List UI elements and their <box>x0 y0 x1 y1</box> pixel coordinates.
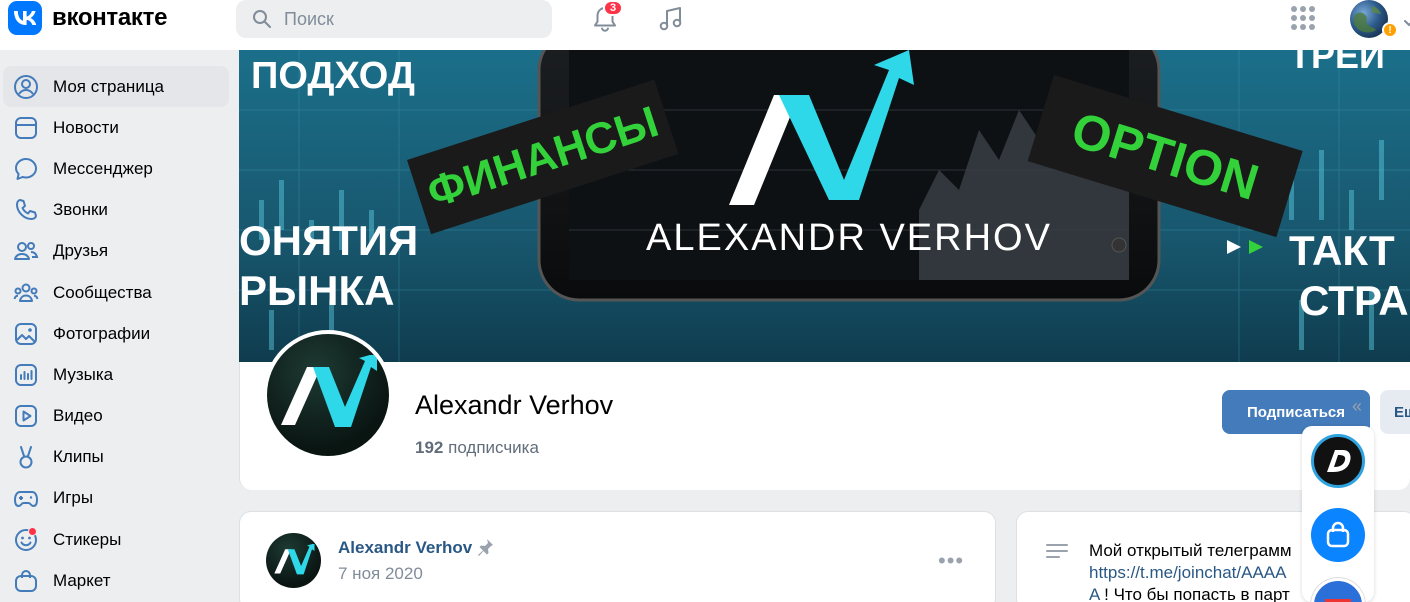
sidebar-item-clips[interactable]: Клипы <box>0 437 232 478</box>
music-note-icon <box>659 7 682 31</box>
sidebar-item-label: Сообщества <box>53 282 152 302</box>
app-stripe-icon <box>1325 599 1351 602</box>
sidebar-item-friends[interactable]: Друзья <box>0 231 232 272</box>
sidebar-item-label: Новости <box>53 117 119 137</box>
sidebar-item-news[interactable]: Новости <box>0 107 232 148</box>
dock-app-third[interactable] <box>1311 578 1365 602</box>
grid-icon <box>1291 6 1315 30</box>
dock-app-d[interactable] <box>1311 434 1365 488</box>
floating-app-dock <box>1302 426 1374 602</box>
sidebar-item-my-page[interactable]: Моя страница <box>3 66 229 108</box>
post-date[interactable]: 7 ноя 2020 <box>338 564 423 584</box>
news-icon <box>12 114 40 142</box>
cover-text-strategy: СТРА <box>1299 277 1409 324</box>
vk-logo[interactable]: вконтакте <box>8 1 167 35</box>
video-icon <box>12 402 40 430</box>
sidebar-item-label: Маркет <box>53 570 111 590</box>
search-placeholder: Поиск <box>284 8 334 29</box>
cover-image: ALEXANDR VERHOV ПОДХОД ОНЯТИЯ РЫНКА ФИНА… <box>239 50 1410 362</box>
sidebar-item-label: Игры <box>53 488 94 508</box>
left-sidebar: Моя страница Новости Мессенджер Звонки Д… <box>0 66 232 601</box>
sidebar-item-market[interactable]: Маркет <box>0 560 232 601</box>
post-menu-button[interactable]: ••• <box>938 548 964 574</box>
sidebar-item-label: Клипы <box>53 447 104 467</box>
apps-menu-button[interactable] <box>1290 5 1316 36</box>
gamepad-icon <box>12 484 40 512</box>
sidebar-item-label: Друзья <box>53 241 109 261</box>
pin-icon <box>476 538 494 561</box>
telegram-link-end[interactable]: A <box>1089 585 1099 602</box>
dock-app-shop[interactable] <box>1311 508 1365 562</box>
av-logo-small-icon <box>273 543 314 574</box>
notifications-badge: 3 <box>603 0 623 16</box>
friends-icon <box>12 237 40 265</box>
vk-logo-icon <box>8 1 42 35</box>
followers-count[interactable]: 192 подписчика <box>415 438 539 458</box>
cover-text-trade: ТРЕЙ <box>1289 50 1385 76</box>
post-author-link[interactable]: Alexandr Verhov <box>338 538 472 558</box>
sidebar-item-stickers[interactable]: Стикеры <box>0 519 232 560</box>
market-icon <box>12 567 40 595</box>
sidebar-item-music[interactable]: Музыка <box>0 354 232 395</box>
sidebar-item-communities[interactable]: Сообщества <box>0 272 232 313</box>
new-indicator-dot <box>28 527 37 537</box>
text-align-icon <box>1045 542 1069 567</box>
cover-text-tactics: ТАКТ <box>1289 227 1395 274</box>
sidebar-item-calls[interactable]: Звонки <box>0 190 232 231</box>
sidebar-item-games[interactable]: Игры <box>0 478 232 519</box>
message-icon <box>12 155 40 183</box>
search-input[interactable]: Поиск <box>236 0 552 38</box>
collapse-icon[interactable]: « <box>1352 396 1362 417</box>
sidebar-item-label: Видео <box>53 406 103 426</box>
top-bar: вконтакте Поиск 3 ! <box>0 0 1410 50</box>
cover-logo-name: ALEXANDR VERHOV <box>646 217 1052 259</box>
cover-text-concepts: ОНЯТИЯ <box>239 217 418 264</box>
sidebar-item-messenger[interactable]: Мессенджер <box>0 148 232 189</box>
phone-icon <box>12 196 40 224</box>
info-line-1: Мой открытый телеграмм <box>1089 541 1292 560</box>
music-icon <box>12 361 40 389</box>
cover-text-market: РЫНКА <box>239 267 394 314</box>
sidebar-item-label: Музыка <box>53 364 114 384</box>
sidebar-item-label: Стикеры <box>53 529 122 549</box>
sidebar-item-label: Звонки <box>53 200 108 220</box>
search-icon <box>253 10 271 28</box>
sidebar-item-label: Мессенджер <box>53 158 153 178</box>
shopping-bag-icon <box>1326 521 1350 548</box>
info-line-3: ! Что бы попасть в парт <box>1099 585 1290 602</box>
d-logo-icon <box>1327 450 1351 472</box>
logo-text: вконтакте <box>52 4 168 31</box>
cover-artwork: ALEXANDR VERHOV ПОДХОД ОНЯТИЯ РЫНКА ФИНА… <box>239 50 1410 362</box>
chevron-down-icon[interactable] <box>1404 14 1410 32</box>
sidebar-item-video[interactable]: Видео <box>0 396 232 437</box>
followers-label: подписчика <box>448 438 539 457</box>
music-player-button[interactable] <box>656 4 686 39</box>
info-description: Мой открытый телеграмм https://t.me/join… <box>1089 540 1299 602</box>
user-avatar[interactable]: ! <box>1350 0 1398 38</box>
sidebar-item-label: Фотографии <box>53 323 151 343</box>
post-author-avatar[interactable] <box>266 533 321 588</box>
telegram-link[interactable]: https://t.me/joinchat/AAAA <box>1089 563 1286 582</box>
warning-icon: ! <box>1382 22 1398 38</box>
cover-text-approach: ПОДХОД <box>251 55 415 97</box>
photo-icon <box>12 320 40 348</box>
communities-icon <box>12 279 40 307</box>
profile-avatar[interactable] <box>263 330 393 460</box>
av-logo-icon <box>267 334 389 456</box>
profile-name: Alexandr Verhov <box>415 390 614 420</box>
followers-number: 192 <box>415 438 444 457</box>
sidebar-item-photos[interactable]: Фотографии <box>0 313 232 354</box>
clips-icon <box>12 443 40 471</box>
user-circle-icon <box>12 73 40 101</box>
more-button[interactable]: Ещ <box>1380 390 1410 434</box>
sidebar-item-label: Моя страница <box>53 76 165 96</box>
